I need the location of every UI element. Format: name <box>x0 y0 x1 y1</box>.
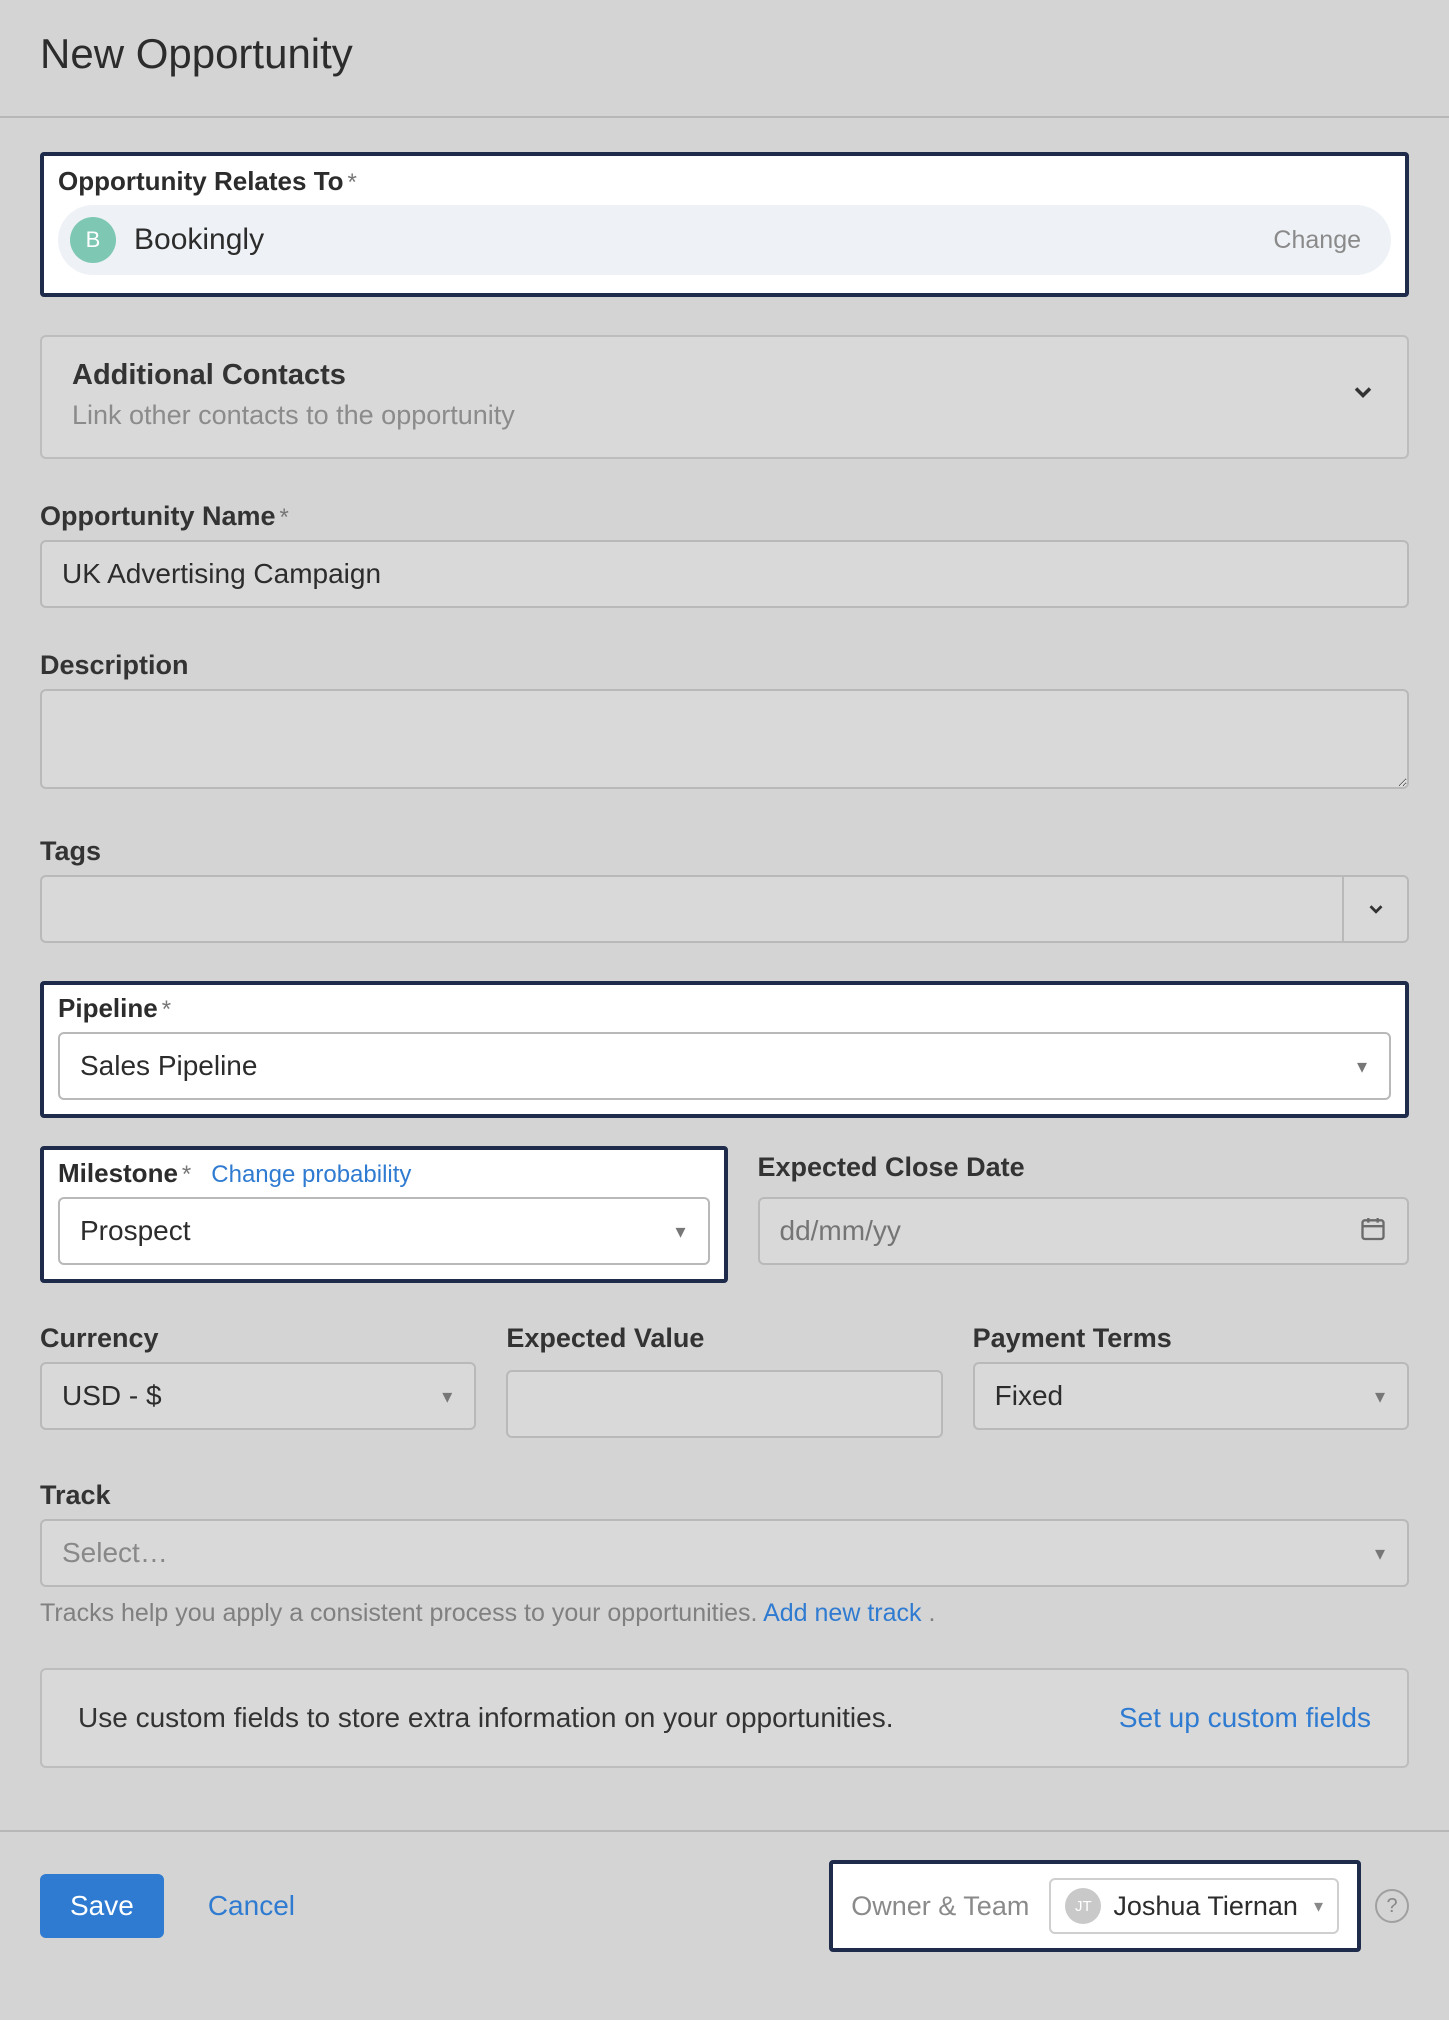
description-field: Description <box>40 650 1409 794</box>
custom-fields-box: Use custom fields to store extra informa… <box>40 1668 1409 1768</box>
owner-team-box: Owner & Team JT Joshua Tiernan ▾ <box>829 1860 1361 1952</box>
save-button[interactable]: Save <box>40 1874 164 1938</box>
required-marker: * <box>280 504 289 531</box>
add-new-track-link[interactable]: Add new track <box>763 1599 921 1627</box>
opportunity-name-input[interactable] <box>40 540 1409 608</box>
track-select[interactable]: Select… <box>40 1519 1409 1587</box>
relates-to-label-text: Opportunity Relates To <box>58 166 344 196</box>
currency-label: Currency <box>40 1323 476 1354</box>
chevron-down-icon <box>1349 377 1377 414</box>
modal-header: New Opportunity <box>0 0 1449 118</box>
change-probability-link[interactable]: Change probability <box>211 1161 411 1189</box>
expected-value-field: Expected Value <box>506 1323 942 1438</box>
additional-contacts-accordion[interactable]: Additional Contacts Link other contacts … <box>40 335 1409 459</box>
expected-value-input[interactable] <box>506 1370 942 1438</box>
expected-close-date-label: Expected Close Date <box>758 1146 1410 1183</box>
owner-team-label: Owner & Team <box>851 1891 1029 1922</box>
track-help-period: . <box>922 1599 936 1627</box>
tags-dropdown-button[interactable] <box>1342 875 1409 943</box>
milestone-label: Milestone* <box>58 1158 191 1189</box>
description-textarea[interactable] <box>40 689 1409 789</box>
pipeline-label: Pipeline* <box>58 993 1391 1024</box>
custom-fields-text: Use custom fields to store extra informa… <box>78 1702 894 1734</box>
payment-terms-select[interactable]: Fixed <box>973 1362 1409 1430</box>
account-avatar: B <box>70 217 116 263</box>
owner-name: Joshua Tiernan <box>1113 1891 1298 1922</box>
tags-field: Tags <box>40 836 1409 943</box>
track-help-text-body: Tracks help you apply a consistent proce… <box>40 1599 763 1627</box>
required-marker: * <box>162 996 171 1023</box>
calendar-icon[interactable] <box>1359 1215 1387 1248</box>
relates-to-label: Opportunity Relates To* <box>58 166 1391 197</box>
caret-down-icon: ▾ <box>1314 1896 1323 1917</box>
currency-field: Currency USD - $ ▾ <box>40 1323 476 1438</box>
tags-label: Tags <box>40 836 1409 867</box>
related-account-pill[interactable]: B Bookingly Change <box>58 205 1391 275</box>
account-name: Bookingly <box>134 223 264 257</box>
description-label: Description <box>40 650 1409 681</box>
new-opportunity-modal: New Opportunity Opportunity Relates To* … <box>0 0 1449 1992</box>
payment-terms-label: Payment Terms <box>973 1323 1409 1354</box>
tags-input[interactable] <box>40 875 1342 943</box>
expected-close-date-field: Expected Close Date <box>758 1146 1410 1265</box>
opportunity-name-label-text: Opportunity Name <box>40 501 276 531</box>
opportunity-name-label: Opportunity Name* <box>40 501 1409 532</box>
milestone-label-text: Milestone <box>58 1158 178 1188</box>
additional-contacts-title: Additional Contacts <box>72 359 515 392</box>
help-icon[interactable]: ? <box>1375 1889 1409 1923</box>
currency-select[interactable]: USD - $ <box>40 1362 476 1430</box>
track-label: Track <box>40 1480 1409 1511</box>
expected-value-label: Expected Value <box>506 1323 942 1354</box>
owner-select[interactable]: JT Joshua Tiernan ▾ <box>1049 1878 1339 1934</box>
pipeline-select[interactable]: Sales Pipeline <box>58 1032 1391 1100</box>
pipeline-section: Pipeline* Sales Pipeline ▾ <box>40 981 1409 1118</box>
additional-contacts-subtitle: Link other contacts to the opportunity <box>72 400 515 431</box>
payment-terms-field: Payment Terms Fixed ▾ <box>973 1323 1409 1438</box>
setup-custom-fields-link[interactable]: Set up custom fields <box>1119 1702 1371 1734</box>
track-help-text: Tracks help you apply a consistent proce… <box>40 1599 1409 1628</box>
required-marker: * <box>348 169 357 196</box>
track-field: Track Select… ▾ Tracks help you apply a … <box>40 1480 1409 1628</box>
milestone-section: Milestone* Change probability Prospect ▾ <box>40 1146 728 1283</box>
milestone-select[interactable]: Prospect <box>58 1197 710 1265</box>
pipeline-label-text: Pipeline <box>58 993 158 1023</box>
opportunity-name-field: Opportunity Name* <box>40 501 1409 608</box>
modal-footer: Save Cancel Owner & Team JT Joshua Tiern… <box>0 1830 1449 1992</box>
expected-close-date-input[interactable] <box>758 1197 1410 1265</box>
relates-to-section: Opportunity Relates To* B Bookingly Chan… <box>40 152 1409 297</box>
required-marker: * <box>182 1161 191 1188</box>
owner-avatar: JT <box>1065 1888 1101 1924</box>
modal-title: New Opportunity <box>40 30 1409 78</box>
change-account-link[interactable]: Change <box>1273 226 1361 255</box>
cancel-button[interactable]: Cancel <box>208 1890 295 1922</box>
